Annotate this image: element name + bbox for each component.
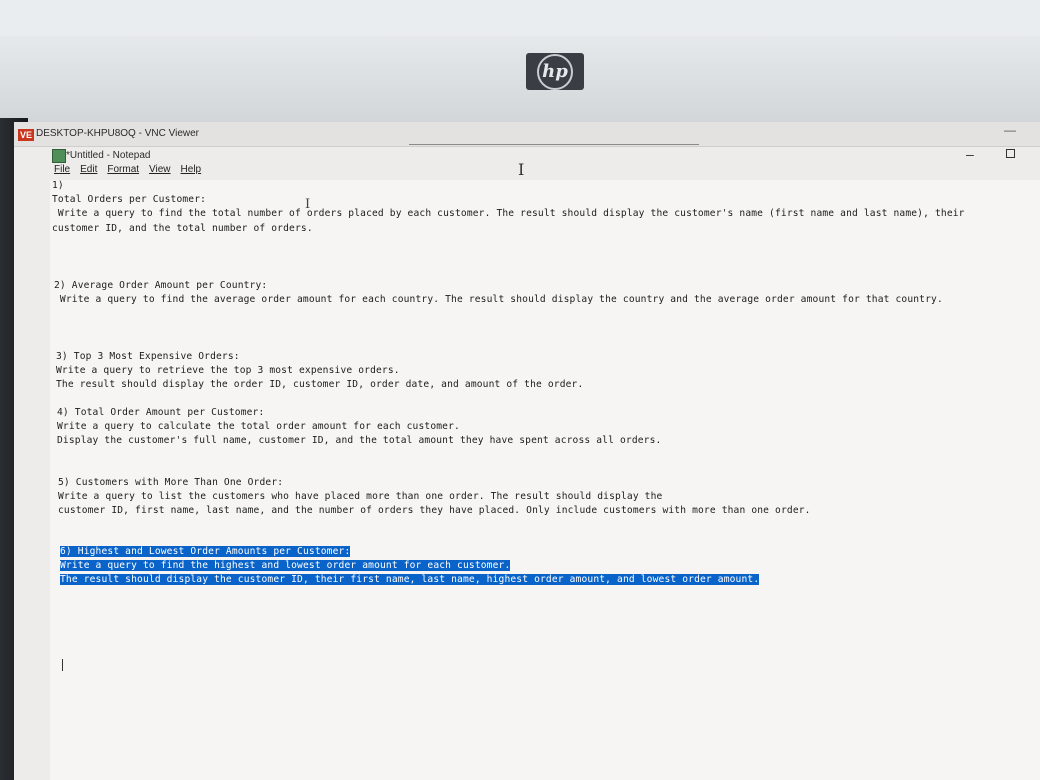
notepad-minimize-button[interactable]: – bbox=[966, 146, 974, 162]
notepad-menubar: File Edit Format View Help bbox=[54, 164, 201, 180]
text-line: Total Orders per Customer: bbox=[52, 194, 207, 205]
notepad-window-title: *Untitled - Notepad bbox=[66, 150, 151, 161]
text-line: Write a query to retrieve the top 3 most… bbox=[56, 365, 400, 376]
text-line: Display the customer's full name, custom… bbox=[57, 435, 662, 446]
notepad-title-bar[interactable]: *Untitled - Notepad – bbox=[14, 146, 1040, 164]
menu-format[interactable]: Format bbox=[107, 164, 139, 180]
text-line: 5) Customers with More Than One Order: bbox=[58, 477, 284, 488]
text-line: 2) Average Order Amount per Country: bbox=[54, 280, 268, 291]
text-line: Write a query to calculate the total ord… bbox=[57, 421, 460, 432]
hp-logo: hp bbox=[526, 53, 584, 90]
background-wall bbox=[0, 0, 1040, 40]
text-line: 4) Total Order Amount per Customer: bbox=[57, 407, 265, 418]
text-line: Write a query to find the total number o… bbox=[52, 208, 965, 219]
notepad-text-area[interactable]: I 1) Total Orders per Customer: Write a … bbox=[50, 180, 1040, 780]
text-line: 1) bbox=[52, 180, 64, 191]
text-caret bbox=[62, 659, 63, 671]
selected-text: 6) Highest and Lowest Order Amounts per … bbox=[60, 546, 351, 557]
text-line: 3) Top 3 Most Expensive Orders: bbox=[56, 351, 240, 362]
mouse-ibeam-cursor-icon: I bbox=[518, 160, 525, 179]
vnc-toolbar-handle[interactable] bbox=[409, 144, 699, 145]
text-line: Write a query to find the average order … bbox=[54, 294, 943, 305]
selected-text: Write a query to find the highest and lo… bbox=[60, 560, 511, 571]
notepad-icon bbox=[52, 149, 66, 163]
vnc-app-icon: VE bbox=[18, 129, 34, 141]
selected-text-line: 6) Highest and Lowest Order Amounts per … bbox=[60, 546, 351, 557]
vnc-window-title: DESKTOP-KHPU8OQ - VNC Viewer bbox=[36, 128, 200, 139]
menu-view[interactable]: View bbox=[149, 164, 171, 180]
hp-logo-mark: hp bbox=[537, 53, 573, 90]
selected-text: The result should display the customer I… bbox=[60, 574, 760, 585]
selected-text-line: Write a query to find the highest and lo… bbox=[60, 560, 511, 571]
menu-file[interactable]: File bbox=[54, 164, 70, 180]
text-line: The result should display the order ID, … bbox=[56, 379, 584, 390]
menu-edit[interactable]: Edit bbox=[80, 164, 97, 180]
menu-help[interactable]: Help bbox=[181, 164, 202, 180]
selected-text-line: The result should display the customer I… bbox=[60, 574, 760, 585]
notepad-restore-button[interactable] bbox=[1006, 149, 1015, 158]
vnc-minimize-button[interactable]: — bbox=[1004, 123, 1016, 137]
monitor-bezel-top bbox=[0, 36, 1040, 122]
text-line: customer ID, and the total number of ord… bbox=[52, 223, 313, 234]
monitor-screen: VE DESKTOP-KHPU8OQ - VNC Viewer — *Untit… bbox=[14, 122, 1040, 780]
text-line: customer ID, first name, last name, and … bbox=[58, 505, 811, 516]
vnc-title-bar[interactable]: VE DESKTOP-KHPU8OQ - VNC Viewer — bbox=[14, 122, 1040, 147]
text-line: Write a query to list the customers who … bbox=[58, 491, 663, 502]
